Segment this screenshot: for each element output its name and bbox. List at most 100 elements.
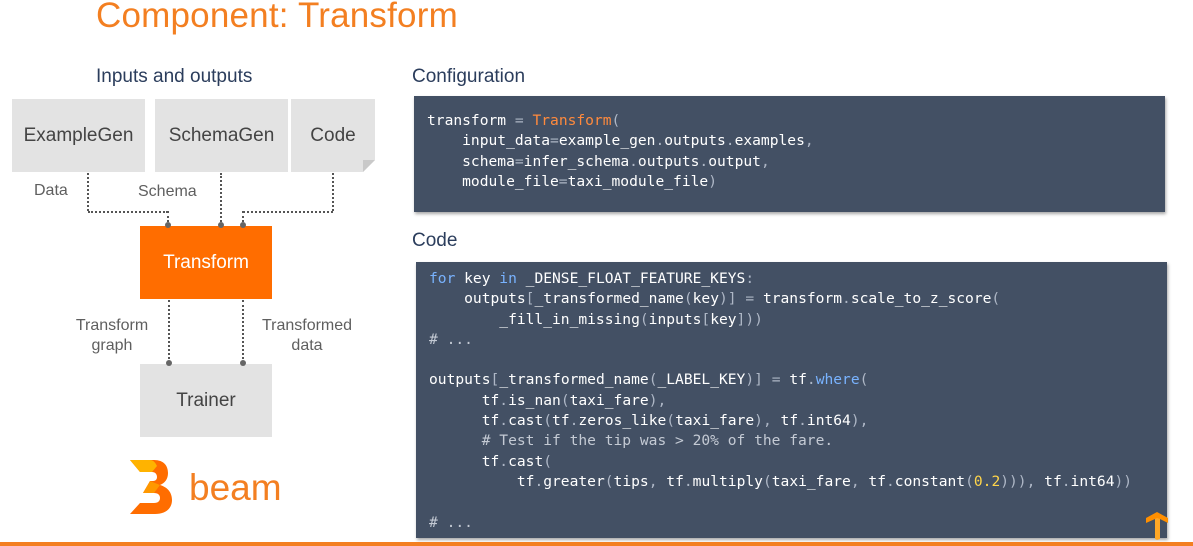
- transformed-data-connector: [242, 300, 244, 363]
- code-token: tf: [780, 371, 807, 389]
- transform-graph-connector-end: [166, 360, 172, 366]
- tensorflow-logo-icon: [1146, 512, 1168, 540]
- code-token: transform: [427, 112, 515, 129]
- code-node-label: Code: [310, 124, 356, 146]
- code-token: int64: [1070, 472, 1115, 490]
- code-token: is_nan: [508, 391, 561, 409]
- code-token: )]: [718, 290, 737, 308]
- data-edge-label: Data: [34, 182, 68, 199]
- code-token: # Test if the tip was > 20% of the fare.: [429, 432, 834, 450]
- code-token: _DENSE_FLOAT_FEATURE_KEYS: [516, 270, 746, 287]
- code-line: module_file=taxi_module_file): [427, 172, 814, 192]
- code-token: _transformed_name: [499, 371, 649, 389]
- code-token: .: [699, 152, 709, 170]
- code-token: # ...: [429, 330, 473, 348]
- transform-code: for key in _DENSE_FLOAT_FEATURE_KEYS: ou…: [429, 269, 1132, 533]
- code-line: # ...: [429, 330, 1132, 350]
- code-token: (: [604, 472, 614, 490]
- configuration-code-panel: transform = Transform( input_data=exampl…: [414, 96, 1165, 212]
- data-connector-vertical: [87, 173, 89, 211]
- code-token: [: [490, 371, 500, 389]
- code-line: # Test if the tip was > 20% of the fare.: [429, 431, 1132, 451]
- code-token: cast: [508, 452, 544, 470]
- code-token: .: [806, 371, 816, 389]
- code-token: where: [815, 371, 860, 389]
- examplegen-node: ExampleGen: [12, 99, 145, 172]
- code-token: .: [629, 152, 638, 170]
- schema-edge-label: Schema: [138, 183, 197, 200]
- code-token: key: [710, 310, 737, 328]
- footer-accent-line: [0, 542, 1193, 546]
- transform-graph-connector: [168, 300, 170, 363]
- code-token: ,: [648, 472, 658, 490]
- code-token: )): [1114, 472, 1133, 490]
- code-line: outputs[_transformed_name(key)] = transf…: [429, 289, 1132, 309]
- code-token: taxi_fare: [771, 472, 851, 490]
- code-token: greater: [543, 472, 605, 490]
- code-token: (: [859, 371, 869, 389]
- code-token: .: [1061, 472, 1071, 490]
- code-token: .: [534, 472, 544, 490]
- beam-logo-text: beam: [189, 467, 282, 508]
- code-token: ),: [850, 412, 869, 430]
- code-token: =: [558, 172, 568, 190]
- code-line: tf.greater(tips, tf.multiply(taxi_fare, …: [429, 472, 1132, 492]
- code-token: )]: [745, 371, 763, 389]
- code-token: (: [639, 310, 649, 328]
- code-line: schema=infer_schema.outputs.output,: [427, 152, 814, 172]
- code-line: # ...: [429, 513, 1132, 533]
- code-line: input_data=example_gen.outputs.examples,: [427, 131, 814, 151]
- code-token: multiply: [692, 472, 763, 490]
- inputs-outputs-heading: Inputs and outputs: [96, 66, 253, 87]
- transform-code-panel: for key in _DENSE_FLOAT_FEATURE_KEYS: ou…: [416, 262, 1167, 538]
- code-token: =: [514, 112, 524, 129]
- code-token: .: [885, 472, 895, 490]
- code-connector-horizontal: [243, 211, 333, 213]
- code-token: (: [611, 112, 621, 129]
- configuration-code: transform = Transform( input_data=exampl…: [427, 111, 814, 192]
- code-token: _fill_in_missing: [429, 310, 640, 328]
- code-token: outputs: [664, 132, 726, 150]
- code-line: transform = Transform(: [427, 111, 814, 131]
- code-token: example_gen: [558, 132, 656, 150]
- code-token: outputs: [429, 371, 491, 389]
- code-token: infer_schema: [523, 152, 630, 170]
- transformed-data-connector-end: [240, 360, 246, 366]
- code-token: =: [745, 290, 755, 308]
- code-token: .: [725, 132, 735, 150]
- code-token: (: [543, 452, 553, 470]
- code-token: .: [499, 412, 509, 430]
- code-token: tf: [429, 391, 500, 409]
- slide-title: Component: Transform: [96, 0, 458, 35]
- code-token: taxi_module_file: [567, 172, 709, 190]
- code-token: cast: [508, 412, 544, 430]
- code-token: =: [771, 371, 781, 389]
- code-token: ,: [760, 152, 770, 170]
- code-token: [: [701, 310, 711, 328]
- code-token: tf: [552, 412, 570, 430]
- code-token: tf: [657, 472, 684, 490]
- code-file-node: Code: [291, 99, 375, 172]
- code-token: (: [666, 412, 676, 430]
- code-token: int64: [806, 412, 851, 430]
- code-token: ])): [736, 310, 763, 328]
- code-token: ,: [804, 132, 814, 150]
- code-token: examples: [734, 132, 805, 150]
- code-token: .: [655, 132, 665, 150]
- beam-logo-icon: [130, 460, 172, 514]
- code-token: :: [745, 270, 755, 287]
- code-token: in: [499, 270, 517, 287]
- code-token: output: [708, 152, 761, 170]
- code-line: _fill_in_missing(inputs[key])): [429, 310, 1132, 330]
- code-token: schema: [427, 152, 515, 170]
- transform-node: Transform: [140, 226, 272, 299]
- transformed-data-label: Transformed data: [261, 317, 353, 354]
- data-connector-end: [165, 222, 171, 228]
- code-token: module_file: [427, 172, 559, 190]
- code-token: transform: [754, 290, 843, 308]
- code-token: (: [991, 290, 1001, 308]
- code-token: scale_to_z_score: [850, 290, 992, 308]
